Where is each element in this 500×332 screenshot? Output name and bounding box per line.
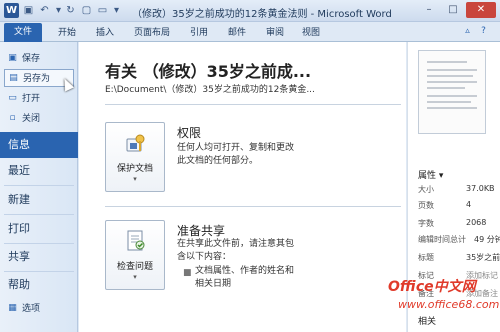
property-value: 2068 — [466, 218, 487, 227]
sidebar-item-recent[interactable]: 最近 — [0, 158, 78, 184]
tab-file[interactable]: 文件 — [4, 23, 42, 42]
sidebar-item-print[interactable]: 打印 — [0, 216, 78, 242]
sidebar-item-share[interactable]: 共享 — [0, 244, 78, 270]
sidebar-item-label: 保存 — [22, 54, 41, 64]
save-icon: ▣ — [8, 53, 17, 63]
property-value: 4 — [466, 200, 472, 209]
tab-references[interactable]: 引用 — [190, 25, 208, 38]
divider — [105, 206, 401, 207]
permissions-desc-line1: 任何人均可打开、复制和更改 — [177, 143, 295, 153]
info-panel: 有关 （修改）35岁之前成... E:\Document\（修改）35岁之前成功… — [79, 42, 406, 332]
sidebar-item-label: 选项 — [22, 304, 41, 314]
open-folder-icon: ▭ — [8, 93, 17, 103]
thumbnail-line — [427, 107, 477, 109]
thumbnail-line — [427, 95, 477, 97]
sidebar-item-new[interactable]: 新建 — [0, 187, 78, 213]
maximize-button[interactable]: □ — [442, 2, 464, 18]
thumbnail-line — [427, 101, 471, 103]
sidebar-item-label: 另存为 — [23, 74, 51, 84]
prepare-bullet-line2: 相关日期 — [195, 279, 232, 289]
minimize-button[interactable]: – — [418, 2, 440, 18]
button-label: 保护文档 — [116, 164, 153, 174]
redo-icon[interactable]: ↻ — [64, 4, 77, 17]
thumbnail-line — [427, 87, 465, 89]
minimize-ribbon-icon[interactable]: ▵ — [462, 26, 473, 37]
watermark-line1: Office中文网 — [388, 279, 476, 295]
property-key: 页数 — [418, 201, 434, 210]
help-icon[interactable]: ? — [478, 26, 489, 37]
document-path: E:\Document\（修改）35岁之前成功的12条黄金... — [105, 85, 315, 95]
watermark-line2: www.office68.com — [398, 298, 500, 311]
sidebar-item-close[interactable]: ▫ 关闭 — [4, 110, 74, 128]
sidebar-item-label: 打开 — [22, 94, 41, 104]
chevron-down-icon: ▾ — [133, 175, 137, 183]
permissions-desc-line2: 此文档的任何部分。 — [177, 156, 259, 166]
thumbnail-line — [427, 75, 473, 77]
button-label: 检查问题 — [116, 262, 153, 272]
sidebar-item-save[interactable]: ▣ 保存 — [4, 50, 74, 68]
tab-page-layout[interactable]: 页面布局 — [134, 25, 170, 38]
save-as-icon: ▤ — [9, 73, 18, 83]
prepare-share-title: 准备共享 — [177, 224, 226, 238]
property-value: 35岁之前... — [466, 253, 500, 262]
property-row-title[interactable]: 标题 35岁之前... — [418, 252, 500, 266]
page-title: 有关 （修改）35岁之前成... — [105, 62, 312, 81]
tab-view[interactable]: 视图 — [302, 25, 320, 38]
property-row-words: 字数 2068 — [418, 218, 500, 232]
customize-qat-icon[interactable]: ▾ — [110, 4, 123, 17]
permissions-title: 权限 — [177, 126, 202, 140]
prepare-desc-line1: 在共享此文件前，请注意其包 — [177, 239, 295, 249]
properties-header[interactable]: 属性 ▾ — [418, 168, 443, 181]
title-bar: W ▣ ↶ ▾ ↻ ▢ ▭ ▾ （修改）35岁之前成功的12条黄金法则 - Mi… — [0, 0, 500, 22]
sidebar-item-open[interactable]: ▭ 打开 — [4, 90, 74, 108]
bullet-icon: ■ — [183, 268, 192, 278]
ribbon-tab-bar: 文件 开始 插入 页面布局 引用 邮件 审阅 视图 ▵ ? — [0, 22, 500, 42]
new-document-icon[interactable]: ▢ — [80, 4, 93, 17]
thumbnail-line — [427, 69, 477, 71]
property-row-size: 大小 37.0KB — [418, 184, 500, 198]
thumbnail-line — [427, 61, 467, 63]
sidebar-divider — [4, 214, 74, 215]
options-icon: ▦ — [8, 303, 17, 313]
property-key: 编辑时间总计 — [418, 235, 466, 244]
property-key: 字数 — [418, 219, 434, 228]
window-title: （修改）35岁之前成功的12条黄金法则 - Microsoft Word — [132, 9, 392, 20]
check-issues-button[interactable]: 检查问题 ▾ — [105, 220, 165, 290]
watermark-logo: Office中文网 www.office68.com — [388, 276, 500, 332]
open-folder-icon[interactable]: ▭ — [96, 4, 109, 17]
property-row-pages: 页数 4 — [418, 200, 500, 214]
tab-insert[interactable]: 插入 — [96, 25, 114, 38]
tab-home[interactable]: 开始 — [58, 25, 76, 38]
prepare-bullet-line1: 文档属性、作者的姓名和 — [195, 266, 295, 276]
lock-key-icon — [126, 134, 145, 152]
sidebar-item-info[interactable]: 信息 — [0, 132, 78, 158]
undo-icon[interactable]: ↶ — [38, 4, 51, 17]
protect-document-button[interactable]: 保护文档 ▾ — [105, 122, 165, 192]
close-button[interactable]: ✕ — [466, 2, 496, 18]
property-value: 49 分钟 — [474, 235, 500, 244]
property-value: 37.0KB — [466, 184, 495, 193]
property-key: 大小 — [418, 185, 434, 194]
word-app-icon[interactable]: W — [4, 3, 19, 18]
inspect-document-icon — [127, 230, 145, 251]
tab-review[interactable]: 审阅 — [266, 25, 284, 38]
property-row-edit-time: 编辑时间总计 49 分钟 — [418, 234, 500, 248]
thumbnail-line — [427, 81, 477, 83]
save-icon[interactable]: ▣ — [22, 4, 35, 17]
tab-mailings[interactable]: 邮件 — [228, 25, 246, 38]
chevron-down-icon: ▾ — [133, 273, 137, 281]
sidebar-item-options[interactable]: ▦ 选项 — [4, 300, 74, 318]
sidebar-item-label: 关闭 — [22, 114, 41, 124]
prepare-desc-line2: 含以下内容： — [177, 252, 232, 262]
sidebar-divider — [4, 185, 74, 186]
document-thumbnail — [418, 50, 486, 134]
close-document-icon: ▫ — [9, 113, 16, 123]
sidebar-item-help[interactable]: 帮助 — [0, 272, 78, 298]
divider — [105, 104, 401, 105]
property-key: 标题 — [418, 253, 434, 262]
